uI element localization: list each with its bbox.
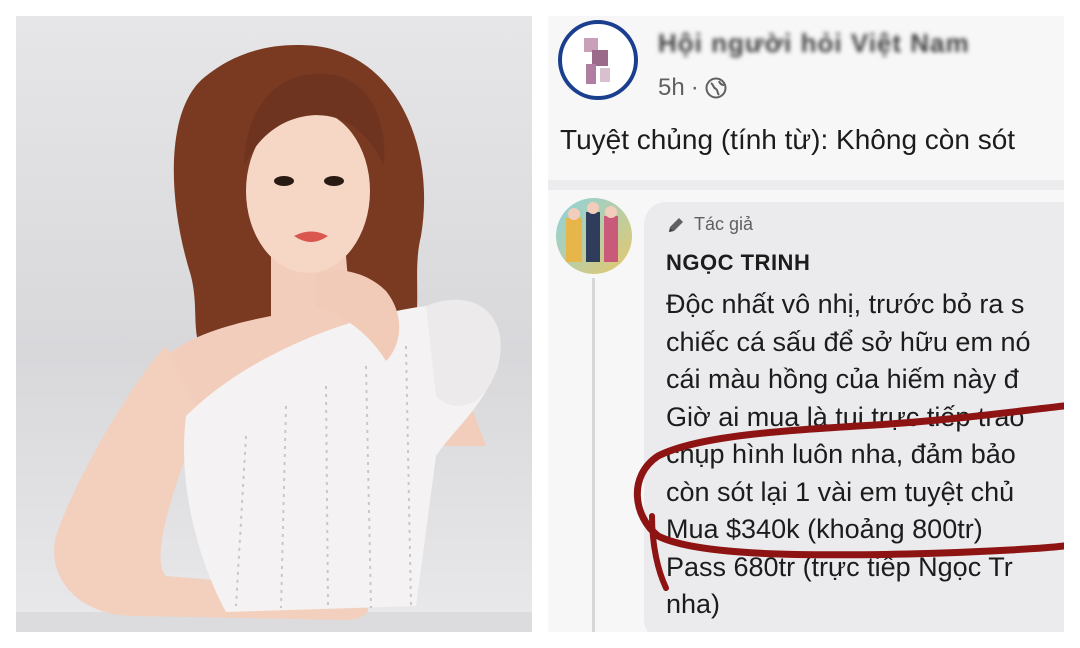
commenter-avatar-image: [566, 202, 618, 262]
facebook-screenshot: Hội người hỏi Việt Nam 5h · Tuyệt chủng …: [548, 16, 1064, 632]
portrait-illustration: [16, 45, 532, 632]
comment-text: Độc nhất vô nhị, trước bỏ ra s chiếc cá …: [666, 286, 1030, 624]
comment-line: cái màu hồng của hiếm này đ: [666, 364, 1019, 394]
comment-line: Pass 680tr (trực tiếp Ngọc Tr: [666, 551, 1013, 582]
author-name[interactable]: NGỌC TRINH: [666, 250, 810, 276]
post-text: Tuyệt chủng (tính từ): Không còn sót: [560, 124, 1016, 155]
comment-line: nha): [666, 589, 721, 619]
post-time[interactable]: 5h: [658, 74, 685, 102]
post-meta: 5h ·: [658, 74, 727, 102]
portrait-photo: [16, 16, 532, 632]
author-badge: Tác giả: [694, 214, 754, 234]
commenter-avatar[interactable]: [556, 198, 632, 274]
comment-line: còn sót lại 1 vài em tuyệt chủ: [666, 476, 1015, 507]
comment-line: chiếc cá sấu để sở hữu em nó: [666, 326, 1031, 357]
meta-separator: ·: [690, 74, 699, 101]
comment-line: chụp hình luôn nha, đảm bảo: [666, 439, 1016, 469]
comment-line: Giờ ai mua là tui trực tiếp trao: [666, 401, 1025, 432]
group-avatar-image: [584, 38, 610, 84]
divider: [548, 180, 1064, 190]
group-avatar[interactable]: [558, 20, 638, 100]
author-badge-row: Tác giả: [666, 214, 753, 235]
comment-line: Mua $340k (khoảng 800tr): [666, 514, 983, 544]
pencil-icon: [666, 215, 686, 235]
comment-bubble: Tác giả NGỌC TRINH Độc nhất vô nhị, trướ…: [644, 202, 1064, 632]
globe-icon: [705, 77, 727, 99]
group-name[interactable]: Hội người hỏi Việt Nam: [658, 28, 970, 59]
thread-line: [592, 278, 595, 632]
comment-line: Độc nhất vô nhị, trước bỏ ra s: [666, 289, 1025, 319]
